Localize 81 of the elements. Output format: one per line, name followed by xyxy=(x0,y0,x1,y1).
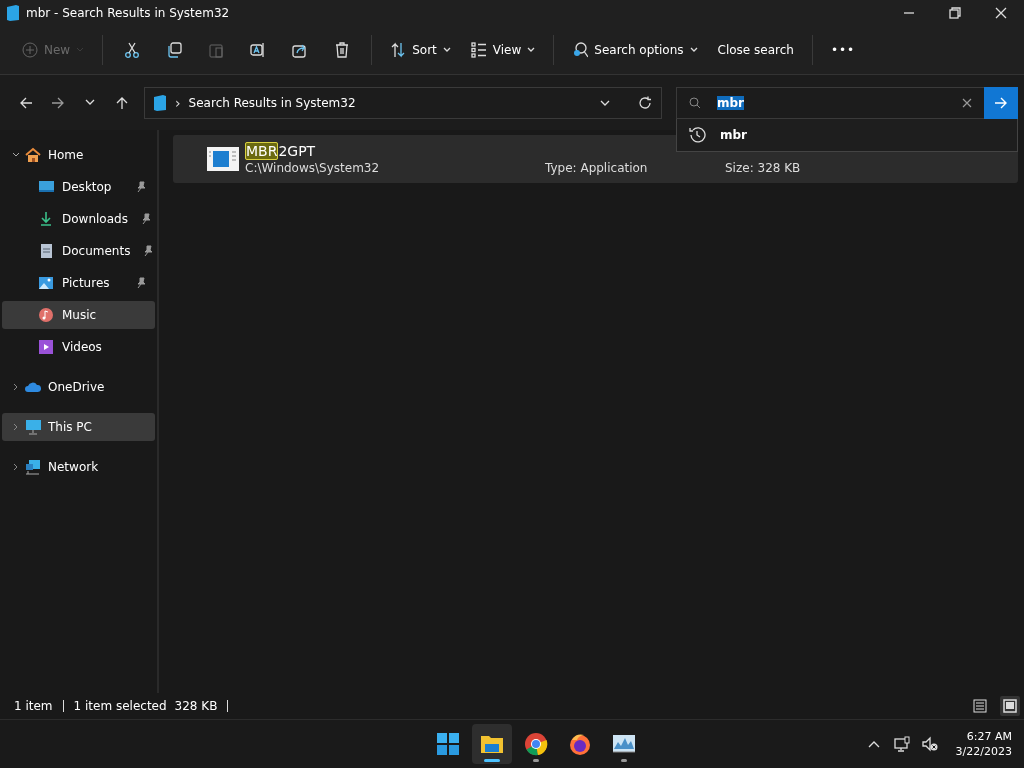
sidebar-item[interactable]: Documents xyxy=(2,237,155,265)
window-title: mbr - Search Results in System32 xyxy=(26,6,230,20)
history-icon xyxy=(688,125,706,144)
sort-button[interactable]: Sort xyxy=(380,33,461,67)
details-view-icon xyxy=(973,699,987,713)
performance-monitor-icon xyxy=(612,732,636,756)
arrow-right-icon xyxy=(994,96,1008,109)
arrow-up-icon xyxy=(115,95,129,110)
breadcrumb-separator: › xyxy=(175,94,181,111)
selection-count: 1 item selected xyxy=(73,699,167,713)
close-icon xyxy=(995,7,1007,19)
suggestion-item[interactable]: mbr xyxy=(677,118,1017,151)
arrow-left-icon xyxy=(19,95,33,110)
item-count: 1 item xyxy=(14,699,53,713)
more-options-button[interactable]: ••• xyxy=(820,33,866,67)
folder-icon xyxy=(153,93,167,112)
restore-icon xyxy=(949,7,961,19)
clipboard-icon xyxy=(208,41,225,59)
sidebar-item[interactable]: Videos xyxy=(2,333,155,361)
file-size: Size: 328 KB xyxy=(725,161,802,175)
sort-icon xyxy=(390,41,407,59)
selection-size: 328 KB xyxy=(174,699,218,713)
sidebar-item[interactable]: Home xyxy=(2,141,155,169)
file-name: MBR2GPT xyxy=(245,143,317,159)
chevron-down-icon xyxy=(76,47,85,53)
download-icon xyxy=(38,211,54,227)
network-monitor-icon xyxy=(893,736,910,752)
file-path: C:\Windows\System32 xyxy=(245,161,381,175)
rename-icon xyxy=(250,41,267,59)
close-icon xyxy=(962,97,972,108)
firefox-icon xyxy=(568,732,592,756)
desktop-icon xyxy=(38,179,54,195)
sidebar-item[interactable]: This PC xyxy=(2,413,155,441)
search-options-button[interactable]: Search options xyxy=(562,33,708,67)
home-icon xyxy=(25,147,41,163)
arrow-right-icon xyxy=(51,95,65,110)
details-view-button[interactable] xyxy=(970,696,990,716)
application-window-icon xyxy=(207,147,239,171)
copy-icon xyxy=(166,41,183,59)
chevron-up-icon xyxy=(867,740,880,748)
sidebar-item[interactable]: Downloads xyxy=(2,205,155,233)
plus-circle-icon xyxy=(22,41,38,59)
pin-icon xyxy=(142,245,155,257)
refresh-icon xyxy=(638,95,652,110)
search-field[interactable]: mbr xyxy=(676,86,1018,119)
breadcrumb-text: Search Results in System32 xyxy=(188,95,356,110)
chrome-icon xyxy=(524,732,548,756)
sidebar-item[interactable]: OneDrive xyxy=(2,373,155,401)
chevron-down-icon xyxy=(527,47,536,53)
network-icon xyxy=(25,459,41,475)
tiles-view-button[interactable] xyxy=(1000,696,1020,716)
clock-button[interactable]: 6:27 AM 3/22/2023 xyxy=(945,730,1014,758)
sidebar-item[interactable]: Music xyxy=(2,301,155,329)
pin-icon xyxy=(135,277,147,289)
chevron-down-icon xyxy=(689,47,698,53)
monitor-icon xyxy=(25,419,41,435)
sidebar-item[interactable]: Network xyxy=(2,453,155,481)
search-gear-icon xyxy=(572,41,589,59)
music-icon xyxy=(38,307,54,323)
document-icon xyxy=(38,243,54,259)
chevron-down-icon xyxy=(442,47,451,53)
sidebar-item[interactable]: Desktop xyxy=(2,173,155,201)
pin-icon xyxy=(139,213,152,225)
address-bar[interactable]: › Search Results in System32 xyxy=(144,86,662,119)
tiles-view-icon xyxy=(1003,699,1017,713)
windows-logo-icon xyxy=(436,732,460,756)
pin-icon xyxy=(135,181,147,193)
search-icon xyxy=(689,96,701,109)
video-icon xyxy=(38,339,54,355)
search-go-button[interactable] xyxy=(984,86,1018,119)
picture-icon xyxy=(38,275,54,291)
trash-icon xyxy=(334,41,351,59)
close-search-button[interactable]: Close search xyxy=(707,33,804,67)
folder-icon xyxy=(6,4,20,22)
sidebar-item[interactable]: Pictures xyxy=(2,269,155,297)
scissors-icon xyxy=(124,41,141,59)
view-list-icon xyxy=(470,41,487,59)
taskbar-app[interactable] xyxy=(472,724,512,764)
view-button[interactable]: View xyxy=(460,33,546,67)
file-type: Type: Application xyxy=(545,161,649,175)
speaker-muted-icon xyxy=(921,736,938,752)
